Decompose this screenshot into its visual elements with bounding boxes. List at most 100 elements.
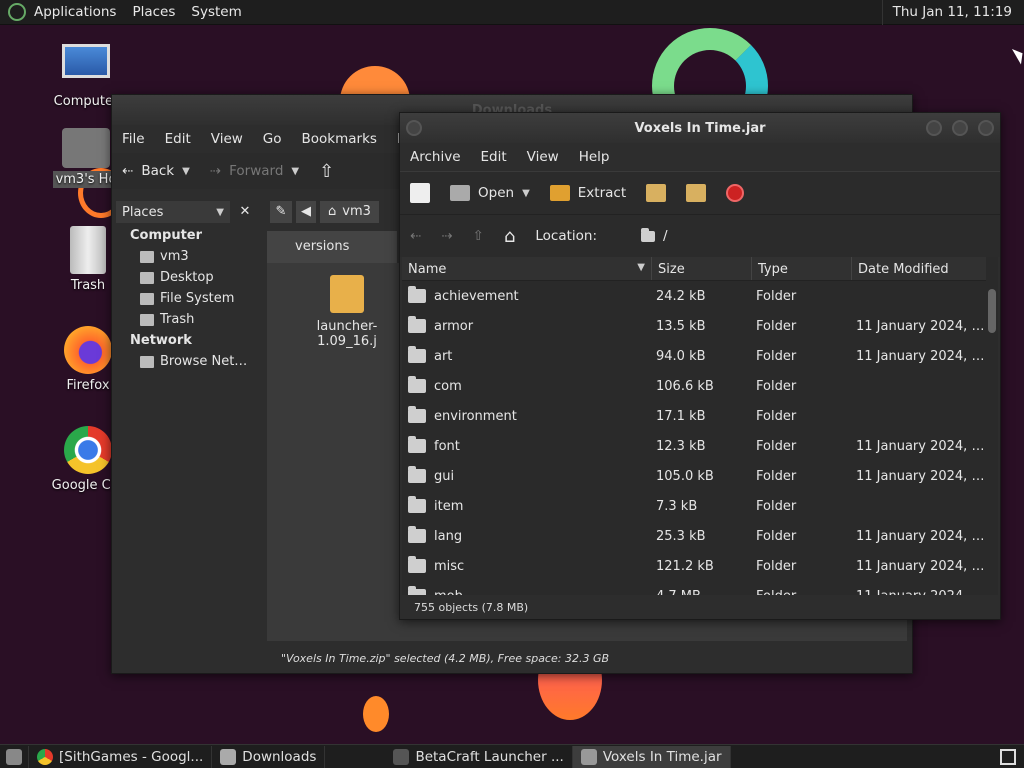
table-row[interactable]: item 7.3 kB Folder (402, 491, 998, 521)
up-button[interactable]: ⇧ (309, 161, 344, 182)
menu-system[interactable]: System (183, 4, 249, 20)
drive-icon (140, 292, 154, 305)
close-sidebar-button[interactable]: ✕ (234, 201, 256, 223)
cell-name: gui (402, 466, 652, 484)
trash-icon (140, 313, 154, 326)
cell-size: 24.2 kB (656, 288, 706, 304)
task-downloads[interactable]: Downloads (212, 745, 326, 768)
column-label: Type (758, 262, 788, 277)
cell-type: Folder (756, 288, 797, 304)
close-icon[interactable] (978, 120, 994, 136)
task-voxels-archive[interactable]: Voxels In Time.jar (572, 745, 731, 768)
menu-bookmarks[interactable]: Bookmarks (292, 131, 387, 147)
cell-type: Folder (756, 468, 797, 484)
cell-type: Folder (756, 408, 797, 424)
scrollbar[interactable] (986, 257, 998, 595)
up-arrow-icon: ⇧ (319, 160, 335, 182)
open-button[interactable]: Open ▼ (440, 185, 540, 201)
scrollbar-thumb[interactable] (988, 289, 996, 333)
menu-help[interactable]: Help (569, 149, 620, 165)
table-row[interactable]: lang 25.3 kB Folder 11 January 2024, 11... (402, 521, 998, 551)
menu-places[interactable]: Places (124, 4, 183, 20)
cell-size: 13.5 kB (656, 318, 706, 334)
edit-location-icon[interactable]: ✎ (270, 201, 292, 223)
sidebar-item-label: Trash (160, 312, 195, 327)
table-row[interactable]: misc 121.2 kB Folder 11 January 2024, 11... (402, 551, 998, 581)
path-left-icon[interactable]: ◀ (296, 201, 316, 223)
new-archive-button[interactable] (400, 183, 440, 203)
open-label: Open (478, 185, 515, 201)
up-button[interactable]: ⇧ (463, 228, 494, 244)
clock[interactable]: Thu Jan 11, 11:19 (881, 0, 1024, 25)
menu-file[interactable]: File (112, 131, 155, 147)
column-name[interactable]: Name ▼ (402, 257, 652, 280)
minimize-icon[interactable] (926, 120, 942, 136)
menu-view[interactable]: View (517, 149, 569, 165)
desktop-icon-label: vm3's Ho (52, 171, 120, 188)
cell-size: 25.3 kB (656, 528, 706, 544)
path-button-vm3[interactable]: ⌂ vm3 (320, 201, 379, 223)
home-button[interactable]: ⌂ (494, 226, 525, 247)
cell-date: 11 January 2024, 11... (856, 438, 988, 454)
forward-label: Forward (229, 163, 284, 179)
table-row[interactable]: achievement 24.2 kB Folder (402, 281, 998, 311)
sidebar-item-vm3[interactable]: vm3 (112, 246, 264, 267)
add-files-button[interactable] (636, 184, 676, 202)
location-field[interactable]: / (631, 227, 678, 244)
workspace-switcher[interactable] (992, 746, 1024, 768)
back-button[interactable]: ⇠ (400, 228, 431, 244)
back-button[interactable]: ⇠ Back ▼ (112, 163, 200, 179)
add-folder-button[interactable] (676, 184, 716, 202)
archive-titlebar[interactable]: Voxels In Time.jar (400, 113, 1000, 143)
chevron-down-icon[interactable]: ▼ (182, 166, 190, 177)
table-row[interactable]: environment 17.1 kB Folder (402, 401, 998, 431)
cell-type: Folder (756, 318, 797, 334)
terminal-icon (393, 748, 410, 765)
menu-go[interactable]: Go (253, 131, 292, 147)
workspace-icon (1000, 748, 1016, 765)
menu-edit[interactable]: Edit (471, 149, 517, 165)
show-desktop-button[interactable] (0, 745, 29, 768)
status-bar: 755 objects (7.8 MB) (414, 601, 529, 614)
table-row[interactable]: font 12.3 kB Folder 11 January 2024, 11... (402, 431, 998, 461)
chevron-down-icon[interactable]: ▼ (291, 166, 299, 177)
folder-icon (408, 346, 426, 363)
extract-button[interactable]: Extract (540, 185, 636, 201)
maximize-icon[interactable] (952, 120, 968, 136)
column-size[interactable]: Size (652, 257, 752, 280)
side-pane-selector[interactable]: Places ▼ (116, 201, 230, 223)
forward-button[interactable]: ⇢ Forward ▼ (200, 163, 309, 179)
task-chrome[interactable]: [SithGames - Googl... (29, 745, 213, 768)
show-desktop-icon (6, 748, 22, 765)
menu-view[interactable]: View (201, 131, 253, 147)
column-date-modified[interactable]: Date Modified (852, 257, 986, 280)
column-type[interactable]: Type (752, 257, 852, 280)
table-row[interactable]: mob 4.7 MBFolder11 January 2024, 11... (402, 581, 998, 595)
extract-label: Extract (577, 185, 627, 201)
distro-logo-icon[interactable] (8, 3, 26, 21)
forward-button[interactable]: ⇢ (431, 228, 462, 244)
menu-edit[interactable]: Edit (155, 131, 201, 147)
chevron-down-icon[interactable]: ▼ (522, 188, 530, 199)
window-title: Voxels In Time.jar (634, 120, 766, 136)
table-row[interactable]: gui 105.0 kB Folder 11 January 2024, 11... (402, 461, 998, 491)
file-item[interactable]: launcher-1.09_16.j (287, 275, 407, 349)
table-row[interactable]: art 94.0 kB Folder 11 January 2024, 11... (402, 341, 998, 371)
tab-versions[interactable]: versions (267, 231, 397, 263)
sidebar-item-trash[interactable]: Trash (112, 309, 264, 330)
sidebar-item-browse-network[interactable]: Browse Net… (112, 351, 264, 372)
cell-name-text: lang (434, 528, 463, 544)
menu-archive[interactable]: Archive (400, 149, 471, 165)
window-menu-icon[interactable] (406, 120, 422, 136)
table-row[interactable]: com 106.6 kB Folder (402, 371, 998, 401)
menu-applications[interactable]: Applications (26, 4, 124, 20)
task-betacraft[interactable]: BetaCraft Launcher ... (385, 745, 573, 768)
folder-icon (408, 556, 426, 573)
stop-button[interactable] (716, 184, 754, 202)
location-value: / (663, 228, 668, 244)
table-row[interactable]: armor 13.5 kB Folder 11 January 2024, 11... (402, 311, 998, 341)
sidebar-item-filesystem[interactable]: File System (112, 288, 264, 309)
sidebar-item-desktop[interactable]: Desktop (112, 267, 264, 288)
folder-icon (408, 526, 426, 543)
folder-icon (408, 376, 426, 393)
